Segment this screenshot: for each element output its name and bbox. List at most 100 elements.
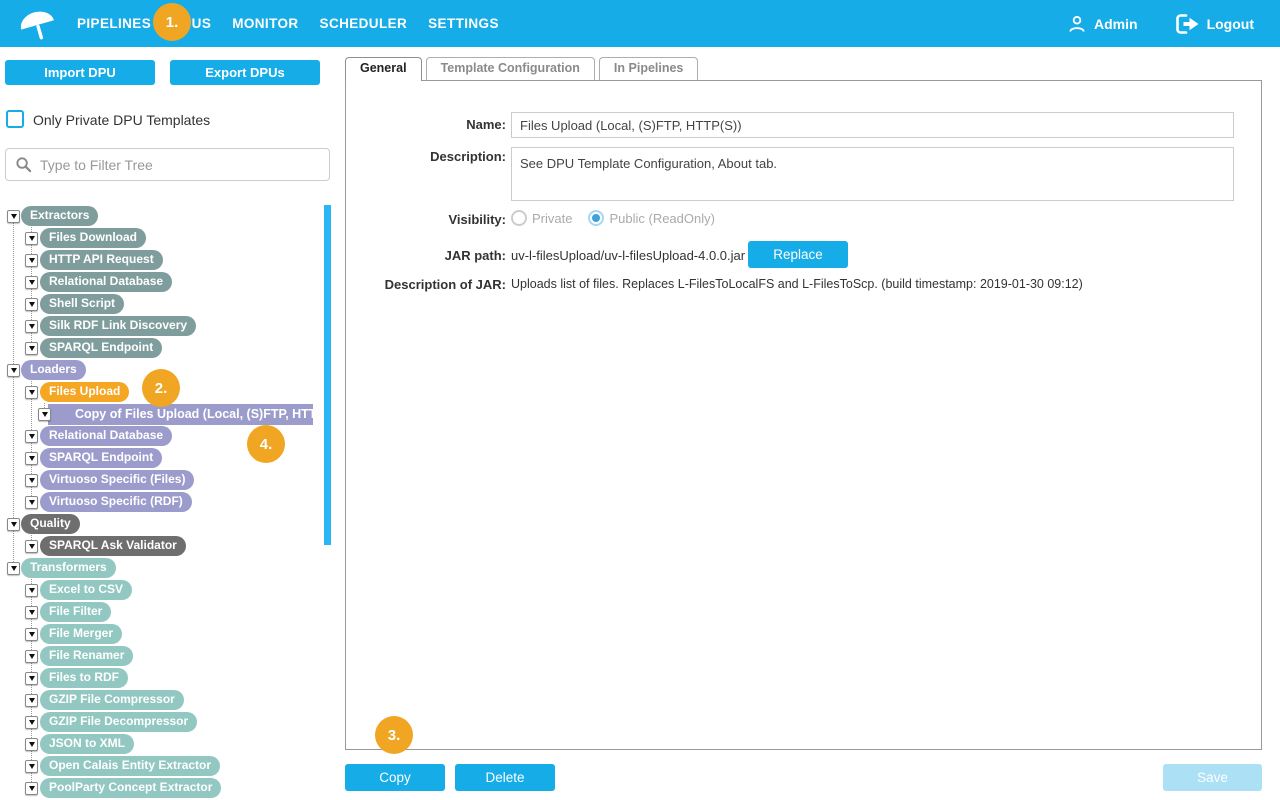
logout-button[interactable]: Logout xyxy=(1174,13,1254,35)
collapse-arrow-icon[interactable] xyxy=(25,760,38,773)
visibility-radio[interactable]: Public (ReadOnly) xyxy=(588,210,715,226)
tree-item[interactable]: PoolParty Concept Extractor xyxy=(0,777,340,799)
tree-item[interactable]: File Renamer xyxy=(0,645,340,667)
collapse-arrow-icon[interactable] xyxy=(38,408,51,421)
collapse-arrow-icon[interactable] xyxy=(25,474,38,487)
tree-item-label[interactable]: Shell Script xyxy=(40,294,124,314)
collapse-arrow-icon[interactable] xyxy=(25,298,38,311)
tree-item[interactable]: Silk RDF Link Discovery xyxy=(0,315,340,337)
only-private-checkbox[interactable] xyxy=(6,110,24,128)
tree-item-label[interactable]: Relational Database xyxy=(40,426,172,446)
tree-item-label[interactable]: Relational Database xyxy=(40,272,172,292)
tree-item[interactable]: File Filter xyxy=(0,601,340,623)
tree-item-label[interactable]: Open Calais Entity Extractor xyxy=(40,756,220,776)
nav-menu-item[interactable]: SCHEDULER xyxy=(320,16,408,31)
tree-item[interactable]: Transformers xyxy=(0,557,340,579)
tree-item-label[interactable]: Transformers xyxy=(21,558,116,578)
tree-item-label[interactable]: SPARQL Endpoint xyxy=(40,338,162,358)
visibility-radio[interactable]: Private xyxy=(511,210,572,226)
tree-item[interactable]: JSON to XML xyxy=(0,733,340,755)
tree-item[interactable]: Relational Database xyxy=(0,271,340,293)
save-button[interactable]: Save xyxy=(1163,764,1262,791)
tree-item-label[interactable]: Virtuoso Specific (Files) xyxy=(40,470,194,490)
tree-item[interactable]: Shell Script xyxy=(0,293,340,315)
tree-item-label[interactable]: GZIP File Decompressor xyxy=(40,712,197,732)
tree-item[interactable]: GZIP File Compressor xyxy=(0,689,340,711)
tree-item-label[interactable]: Extractors xyxy=(21,206,98,226)
collapse-arrow-icon[interactable] xyxy=(25,320,38,333)
user-menu[interactable]: Admin xyxy=(1067,14,1138,34)
collapse-arrow-icon[interactable] xyxy=(25,386,38,399)
collapse-arrow-icon[interactable] xyxy=(7,518,20,531)
tree-item[interactable]: Relational Database xyxy=(0,425,340,447)
tree-item[interactable]: File Merger xyxy=(0,623,340,645)
collapse-arrow-icon[interactable] xyxy=(25,254,38,267)
collapse-arrow-icon[interactable] xyxy=(25,540,38,553)
nav-menu-item[interactable]: PIPELINES xyxy=(77,16,151,31)
tree-item[interactable]: GZIP File Decompressor xyxy=(0,711,340,733)
collapse-arrow-icon[interactable] xyxy=(7,364,20,377)
export-dpus-button[interactable]: Export DPUs xyxy=(170,60,320,85)
tree-item-label[interactable]: File Renamer xyxy=(40,646,133,666)
tree-item[interactable]: Open Calais Entity Extractor xyxy=(0,755,340,777)
tree-scrollbar[interactable] xyxy=(324,205,331,545)
tree-item[interactable]: SPARQL Endpoint xyxy=(0,447,340,469)
detail-tab[interactable]: In Pipelines xyxy=(599,57,698,80)
tree-item-label[interactable]: SPARQL Endpoint xyxy=(40,448,162,468)
tree-item[interactable]: Virtuoso Specific (Files) xyxy=(0,469,340,491)
detail-tab[interactable]: Template Configuration xyxy=(426,57,595,80)
tree-item-label[interactable]: HTTP API Request xyxy=(40,250,163,270)
collapse-arrow-icon[interactable] xyxy=(25,452,38,465)
import-dpu-button[interactable]: Import DPU xyxy=(5,60,155,85)
tree-item[interactable]: Quality xyxy=(0,513,340,535)
collapse-arrow-icon[interactable] xyxy=(25,694,38,707)
app-logo[interactable] xyxy=(16,4,58,49)
tree-item-label[interactable]: Virtuoso Specific (RDF) xyxy=(40,492,192,512)
description-field[interactable]: See DPU Template Configuration, About ta… xyxy=(511,147,1234,201)
tree-item-label[interactable]: Silk RDF Link Discovery xyxy=(40,316,196,336)
tree-item-label[interactable]: Copy of Files Upload (Local, (S)FTP, HTT… xyxy=(48,404,313,425)
filter-tree-input[interactable] xyxy=(5,148,330,181)
collapse-arrow-icon[interactable] xyxy=(25,672,38,685)
collapse-arrow-icon[interactable] xyxy=(25,716,38,729)
collapse-arrow-icon[interactable] xyxy=(25,430,38,443)
collapse-arrow-icon[interactable] xyxy=(25,276,38,289)
copy-button[interactable]: Copy xyxy=(345,764,445,791)
tree-item-label[interactable]: Loaders xyxy=(21,360,86,380)
collapse-arrow-icon[interactable] xyxy=(7,562,20,575)
tree-item[interactable]: Files to RDF xyxy=(0,667,340,689)
tree-item-label[interactable]: Files to RDF xyxy=(40,668,128,688)
tree-item-label[interactable]: Quality xyxy=(21,514,80,534)
tree-item-label[interactable]: JSON to XML xyxy=(40,734,134,754)
nav-menu-item[interactable]: MONITOR xyxy=(232,16,298,31)
nav-menu-item[interactable]: SETTINGS xyxy=(428,16,499,31)
tree-item[interactable]: Virtuoso Specific (RDF) xyxy=(0,491,340,513)
tree-item[interactable]: SPARQL Endpoint xyxy=(0,337,340,359)
tree-item[interactable]: Files Download xyxy=(0,227,340,249)
tree-item[interactable]: Extractors xyxy=(0,205,340,227)
replace-button[interactable]: Replace xyxy=(748,241,848,268)
collapse-arrow-icon[interactable] xyxy=(25,342,38,355)
collapse-arrow-icon[interactable] xyxy=(25,232,38,245)
tree-item-label[interactable]: PoolParty Concept Extractor xyxy=(40,778,221,798)
tree-item-label[interactable]: Files Download xyxy=(40,228,146,248)
name-field[interactable] xyxy=(511,112,1234,138)
tree-item[interactable]: Excel to CSV xyxy=(0,579,340,601)
tree-item-label[interactable]: File Merger xyxy=(40,624,122,644)
collapse-arrow-icon[interactable] xyxy=(7,210,20,223)
collapse-arrow-icon[interactable] xyxy=(25,606,38,619)
tree-item-label[interactable]: SPARQL Ask Validator xyxy=(40,536,186,556)
tree-item-label[interactable]: Excel to CSV xyxy=(40,580,132,600)
collapse-arrow-icon[interactable] xyxy=(25,496,38,509)
delete-button[interactable]: Delete xyxy=(455,764,555,791)
tree-item[interactable]: HTTP API Request xyxy=(0,249,340,271)
tree-item[interactable]: Copy of Files Upload (Local, (S)FTP, HTT… xyxy=(0,403,340,425)
collapse-arrow-icon[interactable] xyxy=(25,584,38,597)
collapse-arrow-icon[interactable] xyxy=(25,650,38,663)
detail-tab[interactable]: General xyxy=(345,57,422,81)
collapse-arrow-icon[interactable] xyxy=(25,738,38,751)
collapse-arrow-icon[interactable] xyxy=(25,628,38,641)
tree-item[interactable]: SPARQL Ask Validator xyxy=(0,535,340,557)
tree-item-label[interactable]: Files Upload xyxy=(40,382,129,402)
collapse-arrow-icon[interactable] xyxy=(25,782,38,795)
